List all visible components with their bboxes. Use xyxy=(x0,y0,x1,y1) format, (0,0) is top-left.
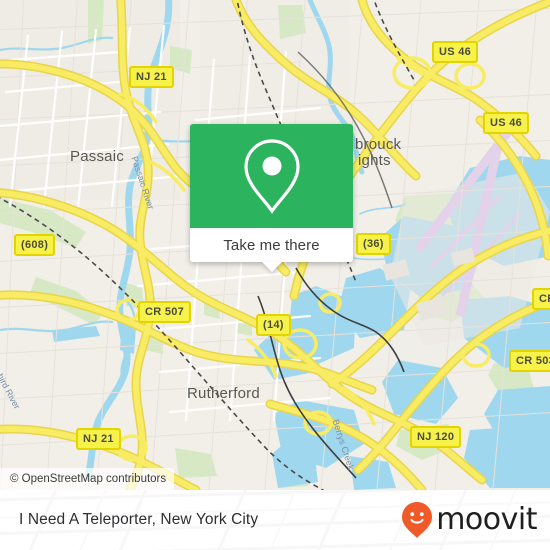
map-canvas[interactable]: .rd-major{stroke:#f7ec63;stroke-linecap:… xyxy=(0,0,550,490)
moovit-logo[interactable]: moovit xyxy=(401,501,537,539)
take-me-there-label: Take me there xyxy=(223,236,320,254)
route-shield-us-46-lower[interactable]: US 46 xyxy=(483,112,530,134)
moovit-pin-icon xyxy=(402,502,433,538)
popup-image-area xyxy=(190,124,353,228)
route-shield-14[interactable]: (14) xyxy=(256,314,291,336)
location-popup-card[interactable]: Take me there xyxy=(190,124,353,272)
route-shield-36[interactable]: (36) xyxy=(356,233,391,255)
route-shield-cr-507[interactable]: CR 507 xyxy=(138,301,192,323)
osm-attribution[interactable]: © OpenStreetMap contributors xyxy=(0,468,175,490)
route-shield-nj-21-south[interactable]: NJ 21 xyxy=(76,428,121,450)
route-shield-608[interactable]: (608) xyxy=(14,234,56,256)
popup-cta-area[interactable]: Take me there xyxy=(190,228,353,272)
route-shield-cr-partial[interactable]: CR xyxy=(532,288,550,310)
footer-place-title: I Need A Teleporter, New York City xyxy=(19,511,259,528)
route-shield-cr-503[interactable]: CR 503 xyxy=(509,350,550,372)
popup-pointer-tail xyxy=(261,262,282,272)
route-shield-us-46-upper[interactable]: US 46 xyxy=(432,41,479,63)
route-shield-nj-21-north[interactable]: NJ 21 xyxy=(129,66,174,88)
map-pin-icon xyxy=(243,139,300,214)
moovit-wordmark: moovit xyxy=(436,502,537,537)
moovit-map-screenshot: .rd-major{stroke:#f7ec63;stroke-linecap:… xyxy=(0,0,550,550)
footer-bar: I Need A Teleporter, New York City moovi… xyxy=(0,490,550,550)
route-shield-nj-120[interactable]: NJ 120 xyxy=(410,426,462,448)
